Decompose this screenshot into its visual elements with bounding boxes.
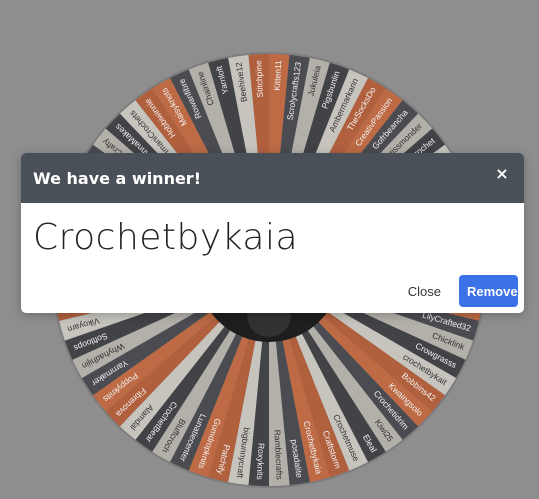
close-icon[interactable]: × bbox=[492, 164, 512, 184]
close-button[interactable]: Close bbox=[400, 276, 449, 307]
modal-header: We have a winner! × bbox=[21, 153, 524, 203]
winner-name: Crochetbykaia bbox=[33, 217, 299, 258]
modal-title: We have a winner! bbox=[33, 168, 201, 188]
modal-footer: Close Remove bbox=[400, 275, 518, 307]
remove-button[interactable]: Remove bbox=[459, 275, 518, 307]
modal-body: Crochetbykaia bbox=[21, 203, 524, 258]
winner-modal: We have a winner! × Crochetbykaia Close … bbox=[21, 153, 524, 313]
